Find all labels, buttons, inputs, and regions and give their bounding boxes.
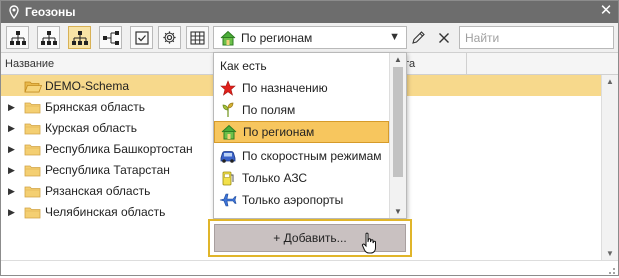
hand-cursor-icon [361,231,379,255]
select-all-button[interactable] [130,26,153,49]
table-icon [190,30,205,45]
title-bar: Геозоны ✕ [1,1,618,23]
expand-arrow-icon[interactable]: ▶ [8,207,18,217]
dropdown-item-label: По регионам [243,125,315,139]
fuel-icon [219,169,237,187]
resize-grip-icon[interactable] [606,264,616,274]
scroll-up-arrow-icon[interactable]: ▲ [394,55,402,64]
expand-arrow-icon[interactable]: ▶ [8,102,18,112]
tree-hierarchy-icon [71,30,88,45]
grouping-select[interactable]: По регионам ▼ [213,26,407,49]
folder-icon [24,122,41,134]
toolbar: По регионам ▼ [1,23,618,53]
status-bar [1,260,618,275]
folder-open-icon [24,80,43,92]
tree-hierarchy-icon [40,30,57,45]
airplane-icon [219,191,237,209]
dropdown-item-by-regions[interactable]: По регионам [214,121,389,143]
view-tree-button-2[interactable] [37,26,60,49]
folder-icon [24,185,41,197]
folder-icon [24,206,41,218]
expand-arrow-icon[interactable]: ▶ [8,123,18,133]
expand-arrow-icon[interactable]: ▶ [8,144,18,154]
add-button-highlight: + Добавить... [208,219,412,257]
dropdown-item-label: По полям [242,103,296,117]
folder-icon [24,101,41,113]
dropdown-item-label: Как есть [220,59,267,73]
window-title: Геозоны [25,5,76,19]
dropdown-scrollbar[interactable]: ▲ ▼ [389,53,406,218]
add-button-label: + Добавить... [273,231,347,245]
car-icon [219,147,237,165]
grid-scrollbar[interactable]: ▲ ▼ [601,75,618,260]
dropdown-item-airports[interactable]: Только аэропорты [214,189,389,211]
table-view-button[interactable] [186,26,209,49]
dropdown-item-by-speed-modes[interactable]: По скоростным режимам [214,145,389,167]
dropdown-scroll-thumb[interactable] [393,67,403,177]
geozones-window: Геозоны ✕ По регионам ▼ Найти Название г… [0,0,619,276]
tree-hierarchy-icon [9,30,26,45]
checkbox-icon [134,30,149,45]
tree-row-label: Республика Татарстан [45,162,170,177]
view-tree-button-3[interactable] [68,26,91,49]
map-pin-icon [7,5,21,20]
view-branch-button[interactable] [99,26,122,49]
scroll-up-arrow-icon[interactable]: ▲ [606,77,614,86]
dropdown-item-by-purpose[interactable]: По назначению [214,77,389,99]
dropdown-item-label: По скоростным режимам [242,149,382,163]
pencil-icon [412,31,425,44]
view-tree-button-1[interactable] [6,26,29,49]
sprout-icon [219,101,237,119]
dropdown-item-label: Только аэропорты [242,193,344,207]
settings-button[interactable] [158,26,181,49]
close-window-button[interactable]: ✕ [598,3,614,19]
tree-row-label: DEMO-Schema [45,78,130,93]
grouping-select-value: По регионам [241,30,313,45]
expand-arrow-icon[interactable]: ▶ [8,186,18,196]
search-input[interactable] [459,26,614,49]
expand-arrow-icon[interactable]: ▶ [8,165,18,175]
tree-branch-icon [102,30,119,45]
edit-button[interactable] [407,26,430,49]
star-icon [219,79,237,97]
tree-row-label: Курская область [45,120,137,135]
tree-row-label: Рязанская область [45,183,151,198]
chevron-down-icon: ▼ [389,31,400,43]
close-icon [438,32,449,43]
gear-icon [163,31,176,44]
dropdown-item-as-is[interactable]: Как есть [214,55,389,77]
dropdown-item-by-fields[interactable]: По полям [214,99,389,121]
tree-row-label: Брянская область [45,99,145,114]
dropdown-item-gas-stations[interactable]: Только АЗС [214,167,389,189]
folder-icon [24,143,41,155]
tree-row-label: Челябинская область [45,204,166,219]
scroll-down-arrow-icon[interactable]: ▼ [606,249,614,258]
dropdown-item-label: По назначению [242,81,328,95]
grouping-dropdown: Как есть По назначению По полям По регио… [213,52,407,219]
scroll-down-arrow-icon[interactable]: ▼ [394,207,402,216]
clear-button[interactable] [432,26,455,49]
house-icon [219,30,237,46]
house-icon [220,123,238,141]
tree-row-label: Республика Башкортостан [45,141,193,156]
dropdown-item-label: Только АЗС [242,171,308,185]
folder-icon [24,164,41,176]
